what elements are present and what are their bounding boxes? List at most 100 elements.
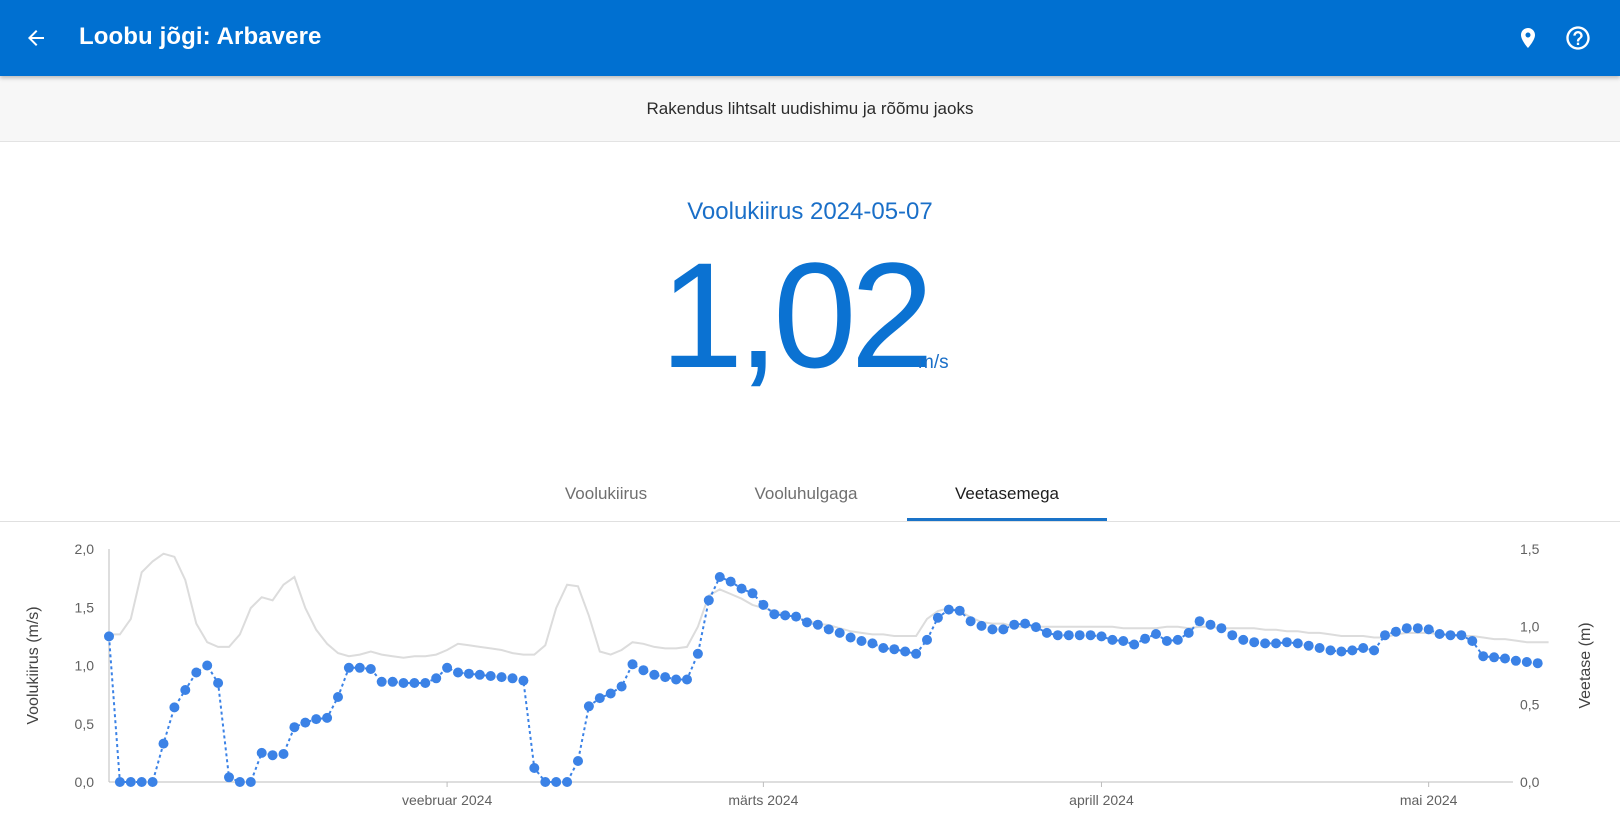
help-circle-icon bbox=[1566, 26, 1590, 50]
velocity-data-point bbox=[158, 738, 169, 749]
velocity-data-point bbox=[736, 583, 747, 594]
velocity-data-point bbox=[1194, 616, 1205, 627]
water-level-series-line bbox=[109, 552, 1549, 659]
velocity-data-point bbox=[1063, 630, 1074, 641]
velocity-data-point bbox=[453, 667, 463, 678]
velocity-data-point bbox=[922, 634, 932, 645]
back-button[interactable] bbox=[16, 18, 56, 58]
velocity-data-point bbox=[300, 717, 311, 728]
velocity-data-point bbox=[256, 747, 267, 758]
map-pin-icon bbox=[1521, 28, 1535, 48]
velocity-data-point bbox=[1074, 630, 1085, 641]
velocity-data-point bbox=[147, 777, 158, 787]
velocity-data-point bbox=[562, 777, 573, 787]
velocity-data-point bbox=[1096, 631, 1107, 642]
velocity-data-point bbox=[234, 777, 245, 787]
velocity-data-point bbox=[136, 777, 147, 787]
velocity-data-point bbox=[1129, 639, 1140, 650]
velocity-data-point bbox=[987, 624, 998, 635]
velocity-data-point bbox=[1380, 630, 1390, 641]
tab-veetasemega[interactable]: Veetasemega bbox=[907, 465, 1107, 522]
velocity-data-point bbox=[671, 674, 682, 685]
velocity-data-point bbox=[1085, 630, 1096, 641]
velocity-data-point bbox=[529, 763, 540, 773]
tab-vooluhulgaga[interactable]: Vooluhulgaga bbox=[706, 465, 906, 522]
velocity-data-point bbox=[1260, 638, 1271, 649]
velocity-data-point bbox=[714, 572, 725, 582]
velocity-data-point bbox=[1500, 653, 1510, 664]
right-tick-label: 1,0 bbox=[1520, 619, 1540, 635]
velocity-data-point bbox=[398, 678, 409, 688]
tab-voolukiirus[interactable]: Voolukiirus bbox=[506, 465, 706, 522]
velocity-data-point bbox=[692, 648, 703, 659]
velocity-data-point bbox=[540, 777, 551, 787]
velocity-data-point bbox=[627, 659, 638, 670]
velocity-data-point bbox=[1303, 640, 1314, 651]
measurement-unit: m/s bbox=[918, 352, 949, 373]
velocity-data-point bbox=[1205, 619, 1216, 630]
velocity-data-point bbox=[1031, 622, 1041, 633]
velocity-data-point bbox=[1423, 624, 1434, 635]
velocity-data-point bbox=[965, 616, 976, 627]
velocity-data-point bbox=[1151, 629, 1161, 639]
velocity-data-point bbox=[660, 672, 671, 683]
x-tick-label: aprill 2024 bbox=[1069, 792, 1134, 808]
velocity-data-point bbox=[1456, 630, 1467, 641]
velocity-data-point bbox=[191, 667, 202, 678]
velocity-data-point bbox=[780, 610, 791, 621]
velocity-data-point bbox=[573, 756, 583, 766]
velocity-data-point bbox=[889, 644, 900, 655]
velocity-data-point bbox=[1358, 643, 1369, 653]
right-tick-label: 1,5 bbox=[1520, 541, 1540, 557]
velocity-data-point bbox=[224, 772, 234, 783]
velocity-data-point bbox=[594, 693, 605, 704]
help-button[interactable] bbox=[1558, 18, 1598, 58]
velocity-data-point bbox=[616, 681, 627, 692]
velocity-data-point bbox=[703, 595, 714, 606]
velocity-data-point bbox=[834, 627, 845, 638]
velocity-data-point bbox=[420, 678, 431, 688]
measurement-title: Voolukiirus 2024-05-07 bbox=[687, 198, 933, 225]
velocity-data-point bbox=[867, 638, 878, 649]
app-bar: Loobu jõgi: Arbavere bbox=[0, 0, 1620, 76]
left-tick-label: 0,0 bbox=[75, 774, 95, 790]
left-tick-label: 1,0 bbox=[75, 658, 95, 674]
right-tick-label: 0,5 bbox=[1520, 696, 1540, 712]
velocity-data-point bbox=[343, 662, 354, 673]
x-tick-label: mai 2024 bbox=[1400, 792, 1458, 808]
velocity-data-point bbox=[1489, 652, 1500, 663]
velocity-data-point bbox=[278, 749, 289, 759]
velocity-data-point bbox=[845, 632, 856, 643]
left-tick-label: 2,0 bbox=[75, 541, 95, 557]
velocity-data-point bbox=[878, 643, 889, 653]
velocity-data-point bbox=[474, 669, 485, 680]
velocity-data-point bbox=[682, 674, 692, 685]
velocity-data-point bbox=[725, 576, 736, 587]
velocity-data-point bbox=[1412, 623, 1423, 634]
velocity-data-point bbox=[758, 599, 769, 610]
left-tick-label: 1,5 bbox=[75, 599, 95, 615]
measurement-value: 1,02 bbox=[660, 231, 934, 399]
velocity-data-point bbox=[1281, 637, 1292, 648]
velocity-data-point bbox=[1521, 657, 1532, 667]
velocity-data-point bbox=[1041, 627, 1052, 638]
velocity-data-point bbox=[1390, 626, 1401, 637]
velocity-data-point bbox=[442, 662, 453, 673]
velocity-data-point bbox=[518, 675, 529, 686]
velocity-data-point bbox=[507, 673, 518, 684]
velocity-data-point bbox=[431, 673, 442, 684]
chart-tabs: Voolukiirus Vooluhulgaga Veetasemega bbox=[0, 465, 1620, 522]
velocity-data-point bbox=[649, 669, 660, 680]
location-button[interactable] bbox=[1508, 18, 1548, 58]
velocity-data-point bbox=[1325, 645, 1336, 656]
velocity-data-point bbox=[1052, 630, 1063, 641]
velocity-data-point bbox=[1445, 630, 1456, 641]
velocity-data-point bbox=[1238, 634, 1249, 645]
velocity-data-point bbox=[911, 648, 922, 659]
velocity-data-point bbox=[812, 619, 823, 630]
velocity-data-point bbox=[1532, 658, 1543, 669]
velocity-data-point bbox=[213, 678, 224, 688]
velocity-data-point bbox=[180, 685, 191, 695]
velocity-data-point bbox=[998, 624, 1009, 635]
velocity-data-point bbox=[125, 777, 136, 787]
